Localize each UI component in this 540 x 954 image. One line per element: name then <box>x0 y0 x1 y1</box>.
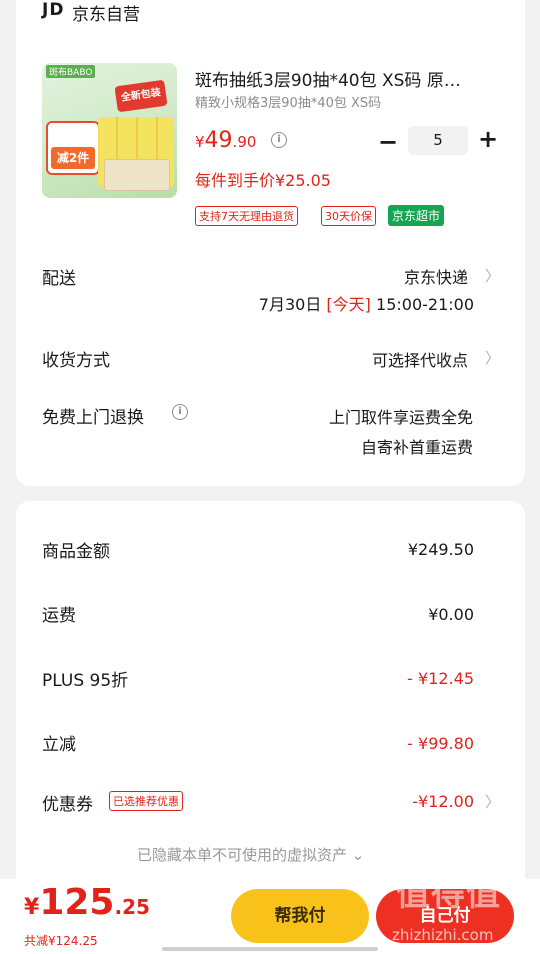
instant-discount-label: 立减 <box>42 735 76 755</box>
product-image[interactable]: 斑布BABO 全新包装 减2件 <box>42 63 177 198</box>
instant-discount-value: - ¥99.80 <box>407 734 474 753</box>
delivery-chevron-right-icon[interactable]: 〉 <box>485 265 500 286</box>
price-currency: ¥ <box>195 133 205 151</box>
return-policy-tag: 支持7天无理由退货 <box>195 206 298 226</box>
new-pack-badge: 全新包装 <box>114 79 168 113</box>
total-saved: 共减¥124.25 <box>24 934 98 948</box>
total-integer: 125 <box>39 882 115 923</box>
goods-amount-value: ¥249.50 <box>407 540 474 559</box>
delivery-today: [今天] <box>326 295 371 314</box>
total-currency: ¥ <box>24 895 40 920</box>
delivery-date: 7月30日 <box>258 295 327 314</box>
plus-discount-value: - ¥12.45 <box>407 669 474 688</box>
product-title[interactable]: 斑布抽纸3层90抽*40包 XS码 原… <box>195 66 461 91</box>
quantity-input[interactable]: 5 <box>408 126 468 155</box>
coupon-label: 优惠券 <box>42 795 93 815</box>
total-decimal: .25 <box>114 895 150 919</box>
jd-supermarket-tag: 京东超市 <box>388 205 445 226</box>
tissue-box-graphic <box>104 159 170 191</box>
coupon-chevron-right-icon[interactable]: 〉 <box>485 791 500 812</box>
store-name[interactable]: 京东自营 <box>72 0 140 25</box>
receive-method-label: 收货方式 <box>42 351 110 371</box>
delivery-window: 15:00-21:00 <box>370 295 474 314</box>
promo-box: 减2件 <box>46 121 100 175</box>
shipping-value: ¥0.00 <box>428 605 474 624</box>
return-policy-line2: 自寄补首重运费 <box>360 438 473 457</box>
coupon-value[interactable]: -¥12.00 <box>412 792 474 811</box>
total-price: ¥125.25 <box>24 882 150 923</box>
watermark: 值得值 <box>396 874 501 914</box>
delivery-time[interactable]: 7月30日 [今天] 15:00-21:00 <box>259 291 474 315</box>
shipping-label: 运费 <box>42 606 76 626</box>
hidden-assets-toggle[interactable]: 已隐藏本单不可使用的虚拟资产 ⌄ <box>137 844 364 865</box>
delivery-label: 配送 <box>42 269 76 289</box>
free-return-label: 免费上门退换 <box>42 408 144 428</box>
return-policy-line1: 上门取件享运费全免 <box>328 408 473 427</box>
coupon-recommended-tag: 已选推荐优惠 <box>109 791 183 811</box>
price-protect-tag: 30天价保 <box>321 206 376 226</box>
plus-discount-label: PLUS 95折 <box>42 671 129 691</box>
delivery-method[interactable]: 京东快递 <box>404 264 468 288</box>
receive-chevron-right-icon[interactable]: 〉 <box>485 347 500 368</box>
quantity-plus-button[interactable]: + <box>478 125 498 153</box>
watermark-url: zhizhizhi.com <box>392 926 494 944</box>
quantity-minus-button[interactable]: − <box>378 128 398 156</box>
goods-amount-label: 商品金额 <box>42 542 110 562</box>
help-pay-button[interactable]: 帮我付 <box>231 889 369 943</box>
return-info-icon[interactable]: i <box>172 404 188 420</box>
per-item-price: 每件到手价¥25.05 <box>195 171 331 190</box>
product-brand-label: 斑布BABO <box>46 65 96 78</box>
price-decimal: .90 <box>232 133 257 151</box>
price-info-icon[interactable]: i <box>271 132 287 148</box>
unit-price: ¥49.90 <box>195 128 256 153</box>
product-spec[interactable]: 精致小规格3层90抽*40包 XS码 <box>195 92 381 111</box>
jd-logo: JD <box>42 0 65 20</box>
promo-badge: 减2件 <box>51 147 95 169</box>
receive-method-value[interactable]: 可选择代收点 <box>372 347 468 371</box>
price-integer: 49 <box>204 128 233 153</box>
home-indicator[interactable] <box>162 947 378 951</box>
